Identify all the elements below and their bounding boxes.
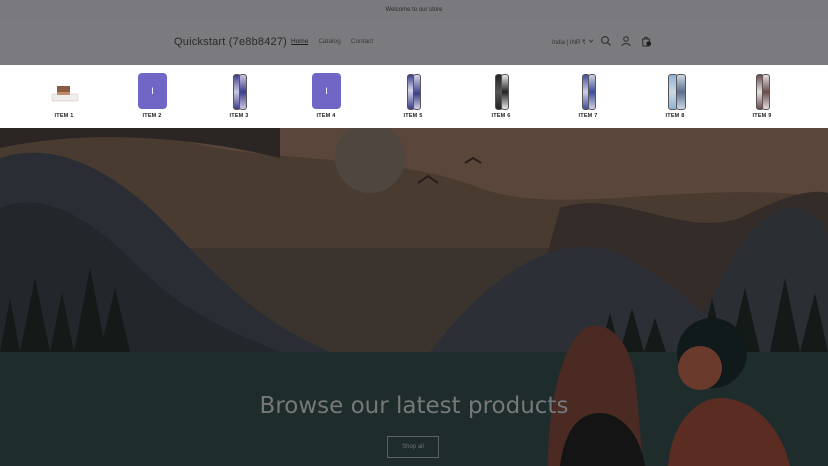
placeholder-tile: I [138, 73, 167, 109]
product-image [222, 73, 256, 110]
main-nav: Home Catalog Contact [291, 38, 373, 45]
product-item-4[interactable]: I ITEM 4 [296, 73, 356, 123]
placeholder-tile: I [312, 73, 341, 109]
product-label: ITEM 3 [229, 113, 249, 119]
nav-contact[interactable]: Contact [351, 38, 373, 45]
account-icon[interactable] [620, 35, 632, 47]
snowboard-image [762, 74, 770, 110]
announcement-bar: Welcome to our store [0, 0, 828, 21]
cart-icon[interactable] [640, 35, 652, 47]
nav-home[interactable]: Home [291, 38, 308, 45]
hero-banner: Browse our latest products Shop all [0, 128, 828, 466]
snowboard-image [501, 74, 509, 110]
announcement-text: Welcome to our store [385, 7, 443, 13]
product-item-5[interactable]: ITEM 5 [383, 73, 443, 123]
locale-selector[interactable]: India | INR ₹ [552, 38, 594, 46]
chevron-down-icon [588, 38, 594, 46]
product-strip: ITEM 1 I ITEM 2 ITEM 3 I ITEM 4 ITEM 5 I… [0, 65, 828, 128]
product-label: ITEM 6 [491, 113, 511, 119]
shop-all-button[interactable]: Shop all [387, 436, 439, 458]
product-label: ITEM 1 [54, 113, 74, 119]
hero-title: Browse our latest products [259, 393, 569, 419]
snowboard-image [413, 74, 421, 110]
product-label: ITEM 8 [665, 113, 685, 119]
product-item-2[interactable]: I ITEM 2 [122, 73, 182, 123]
product-item-8[interactable]: ITEM 8 [645, 73, 705, 123]
product-image [396, 73, 430, 110]
product-image [658, 73, 692, 110]
product-image [484, 73, 518, 110]
nav-catalog[interactable]: Catalog [318, 38, 340, 45]
product-image [47, 73, 81, 109]
product-image [571, 73, 605, 110]
product-label: ITEM 9 [752, 113, 772, 119]
product-item-3[interactable]: ITEM 3 [209, 73, 269, 123]
product-image [745, 73, 779, 110]
snowboard-image [588, 74, 596, 110]
product-item-6[interactable]: ITEM 6 [471, 73, 531, 123]
search-icon[interactable] [600, 35, 612, 47]
product-image: I [135, 73, 169, 109]
product-label: ITEM 7 [578, 113, 598, 119]
product-label: ITEM 4 [316, 113, 336, 119]
product-item-9[interactable]: ITEM 9 [732, 73, 792, 123]
locale-label: India | INR ₹ [552, 39, 586, 46]
snowboard-image [676, 74, 686, 110]
product-image: I [309, 73, 343, 109]
product-label: ITEM 5 [403, 113, 423, 119]
product-label: ITEM 2 [142, 113, 162, 119]
site-header: Quickstart (7e8b8427) Home Catalog Conta… [0, 20, 828, 65]
product-item-7[interactable]: ITEM 7 [558, 73, 618, 123]
product-item-1[interactable]: ITEM 1 [34, 73, 94, 123]
store-logo-link[interactable]: Quickstart (7e8b8427) [174, 36, 287, 48]
snowboard-image [239, 74, 247, 110]
